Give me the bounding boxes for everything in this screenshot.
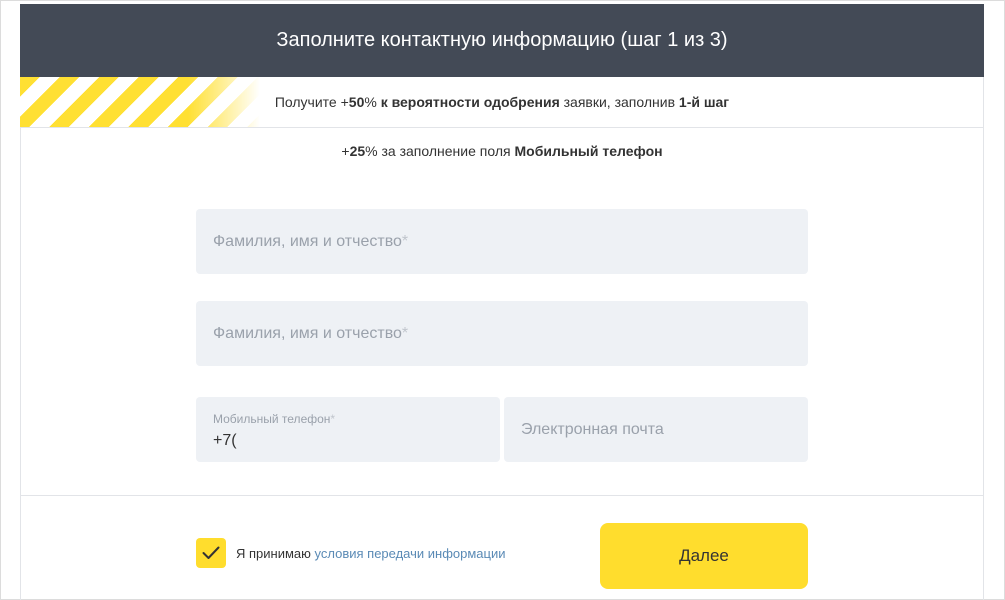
- promo-middle: заявки, заполнив: [559, 94, 679, 110]
- full-name-placeholder-text: Фамилия, имя и отчество: [213, 232, 402, 250]
- full-name-2-placeholder-text: Фамилия, имя и отчество: [213, 324, 402, 342]
- next-button[interactable]: Далее: [600, 523, 808, 589]
- promo-text: Получите +50% к вероятности одобрения за…: [275, 94, 729, 110]
- full-name-placeholder: Фамилия, имя и отчество*: [213, 233, 408, 251]
- full-name-2-placeholder: Фамилия, имя и отчество*: [213, 325, 408, 343]
- full-name-field-2[interactable]: Фамилия, имя и отчество*: [196, 301, 808, 366]
- page-title: Заполните контактную информацию (шаг 1 и…: [276, 29, 728, 51]
- required-mark: *: [401, 324, 409, 342]
- hint-field-name: Мобильный телефон: [514, 143, 663, 159]
- phone-label-text: Мобильный телефон: [213, 412, 331, 426]
- consent-checkbox[interactable]: [196, 538, 226, 568]
- promo-percent-suffix: %: [364, 94, 381, 110]
- required-mark: *: [401, 232, 409, 250]
- phone-value: +7(: [213, 432, 237, 449]
- email-field[interactable]: Электронная почта: [504, 397, 808, 462]
- promo-banner: Получите +50% к вероятности одобрения за…: [20, 77, 984, 128]
- form-header: Заполните контактную информацию (шаг 1 и…: [20, 4, 984, 77]
- promo-emphasis: к вероятности одобрения: [380, 94, 560, 110]
- hint-prefix: +: [341, 143, 350, 159]
- consent-label: Я принимаю: [236, 545, 315, 561]
- consent-row: Я принимаю условия передачи информации: [196, 538, 506, 568]
- promo-percent: 50: [348, 94, 365, 110]
- email-placeholder: Электронная почта: [521, 420, 664, 438]
- hint-middle: % за заполнение поля: [365, 143, 515, 159]
- consent-terms-link[interactable]: условия передачи информации: [315, 546, 506, 561]
- promo-prefix: Получите +: [274, 94, 349, 110]
- checkmark-icon: [202, 546, 220, 559]
- stripes-decoration: [20, 77, 260, 127]
- phone-label: Мобильный телефон*: [213, 412, 335, 426]
- consent-text: Я принимаю условия передачи информации: [236, 546, 506, 561]
- field-hint: +25% за заполнение поля Мобильный телефо…: [20, 143, 984, 159]
- section-divider: [20, 495, 984, 496]
- phone-field[interactable]: Мобильный телефон* +7(: [196, 397, 500, 462]
- promo-step: 1-й шаг: [678, 94, 730, 110]
- full-name-field[interactable]: Фамилия, имя и отчество*: [196, 209, 808, 274]
- required-mark: *: [330, 412, 336, 426]
- hint-percent: 25: [349, 143, 366, 159]
